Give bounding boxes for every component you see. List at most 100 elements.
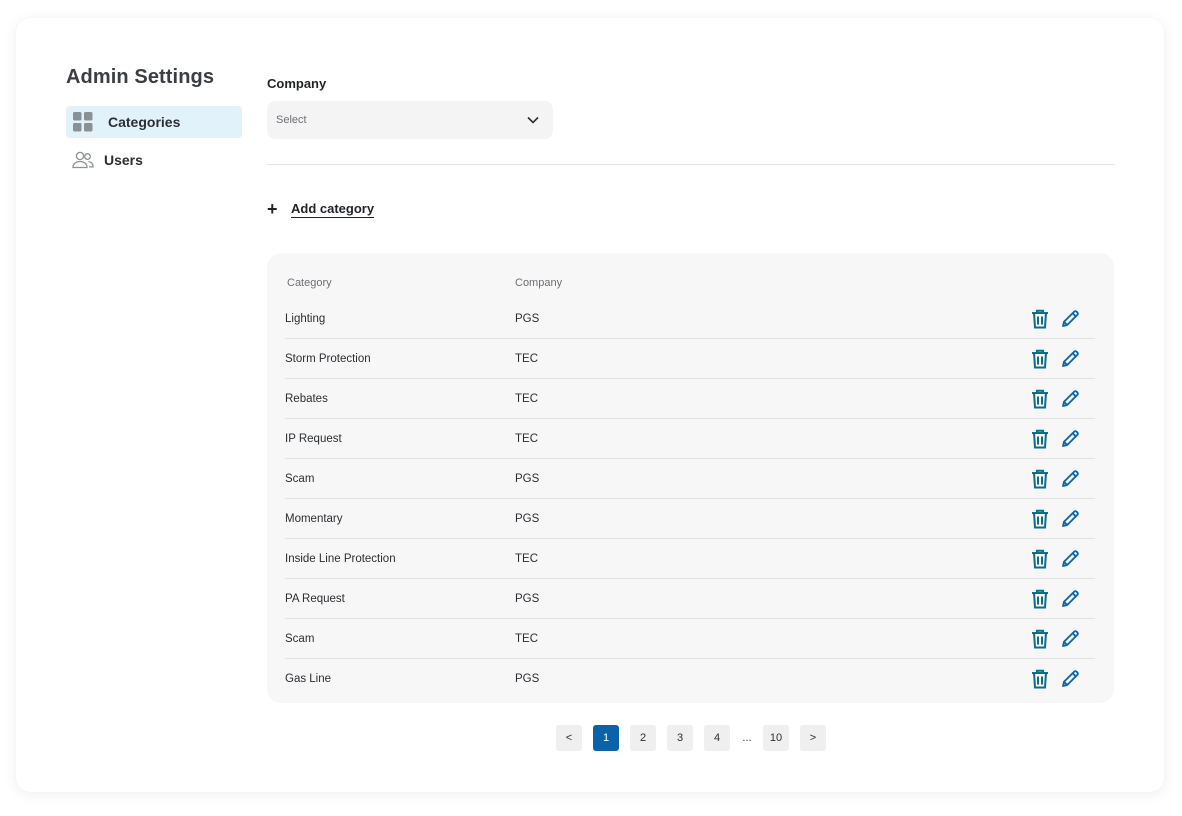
- sidebar-item-users[interactable]: Users: [66, 144, 242, 176]
- table-row: IP Request TEC: [285, 419, 1095, 459]
- page-button[interactable]: 1: [593, 725, 619, 751]
- categories-table: Category Company Lighting PGS Storm Prot…: [267, 253, 1114, 703]
- edit-button[interactable]: [1059, 628, 1081, 650]
- delete-button[interactable]: [1029, 388, 1051, 410]
- page-button[interactable]: 3: [667, 725, 693, 751]
- main-content: Company Select + Add category Category C…: [267, 76, 1115, 703]
- table-row: Scam TEC: [285, 619, 1095, 659]
- trash-icon: [1032, 309, 1048, 328]
- table-row: PA Request PGS: [285, 579, 1095, 619]
- page-button[interactable]: 2: [630, 725, 656, 751]
- row-actions: [1029, 548, 1095, 570]
- company-cell: TEC: [515, 352, 538, 365]
- delete-button[interactable]: [1029, 308, 1051, 330]
- pencil-icon: [1062, 469, 1079, 487]
- edit-button[interactable]: [1059, 588, 1081, 610]
- row-actions: [1029, 508, 1095, 530]
- pencil-icon: [1062, 589, 1079, 607]
- page-button[interactable]: 10: [763, 725, 789, 751]
- chevron-down-icon: [527, 111, 539, 129]
- category-cell: Scam: [285, 472, 315, 485]
- divider: [267, 164, 1115, 165]
- pencil-icon: [1062, 549, 1079, 567]
- company-cell: TEC: [515, 432, 538, 445]
- row-actions: [1029, 628, 1095, 650]
- company-filter-label: Company: [267, 76, 327, 91]
- category-cell: Storm Protection: [285, 352, 371, 365]
- pencil-icon: [1062, 309, 1079, 327]
- delete-button[interactable]: [1029, 348, 1051, 370]
- category-cell: Gas Line: [285, 673, 332, 685]
- category-cell: Lighting: [285, 312, 326, 325]
- edit-button[interactable]: [1059, 388, 1081, 410]
- edit-button[interactable]: [1059, 348, 1081, 370]
- category-cell: Inside Line Protection: [285, 552, 396, 565]
- edit-button[interactable]: [1059, 468, 1081, 490]
- grid-icon: [72, 111, 94, 133]
- table-row: Gas Line PGS: [285, 659, 1095, 699]
- column-header-company: Company: [515, 277, 563, 289]
- trash-icon: [1032, 429, 1048, 448]
- table-row: Rebates TEC: [285, 379, 1095, 419]
- trash-icon: [1032, 509, 1048, 528]
- delete-button[interactable]: [1029, 628, 1051, 650]
- edit-button[interactable]: [1059, 668, 1081, 690]
- company-cell: PGS: [515, 312, 540, 325]
- row-actions: [1029, 468, 1095, 490]
- trash-icon: [1032, 549, 1048, 568]
- edit-button[interactable]: [1059, 508, 1081, 530]
- table-row: Scam PGS: [285, 459, 1095, 499]
- company-select[interactable]: Select: [267, 101, 553, 139]
- sidebar-item-label: Users: [104, 152, 143, 168]
- add-category-button[interactable]: + Add category: [267, 200, 387, 218]
- trash-icon: [1032, 469, 1048, 488]
- pencil-icon: [1062, 429, 1079, 447]
- sidebar: Admin Settings Categories Users: [66, 66, 242, 176]
- row-actions: [1029, 428, 1095, 450]
- next-page-button[interactable]: >: [800, 725, 826, 751]
- pencil-icon: [1062, 509, 1079, 527]
- company-cell: PGS: [515, 472, 540, 485]
- table-row: Momentary PGS: [285, 499, 1095, 539]
- delete-button[interactable]: [1029, 508, 1051, 530]
- edit-button[interactable]: [1059, 428, 1081, 450]
- prev-page-button[interactable]: <: [556, 725, 582, 751]
- pagination-ellipsis: ...: [742, 732, 752, 744]
- row-actions: [1029, 668, 1095, 690]
- edit-button[interactable]: [1059, 308, 1081, 330]
- sidebar-item-label: Categories: [108, 114, 181, 130]
- select-placeholder: Select: [276, 114, 307, 126]
- row-actions: [1029, 388, 1095, 410]
- company-cell: PGS: [515, 512, 540, 525]
- table-body: Lighting PGS Storm Protection TEC Rebate…: [285, 299, 1096, 699]
- company-cell: PGS: [515, 673, 540, 685]
- row-actions: [1029, 348, 1095, 370]
- column-header-category: Category: [287, 277, 332, 289]
- pencil-icon: [1062, 349, 1079, 367]
- category-cell: Momentary: [285, 512, 343, 525]
- table-row: Lighting PGS: [285, 299, 1095, 339]
- page-button[interactable]: 4: [704, 725, 730, 751]
- trash-icon: [1032, 629, 1048, 648]
- sidebar-item-categories[interactable]: Categories: [66, 106, 242, 138]
- pencil-icon: [1062, 629, 1079, 647]
- trash-icon: [1032, 349, 1048, 368]
- table-row: Storm Protection TEC: [285, 339, 1095, 379]
- delete-button[interactable]: [1029, 668, 1051, 690]
- company-cell: PGS: [515, 592, 540, 605]
- table-header: Category Company: [285, 277, 1096, 293]
- delete-button[interactable]: [1029, 548, 1051, 570]
- pencil-icon: [1062, 389, 1079, 407]
- category-cell: IP Request: [285, 432, 342, 445]
- sidebar-title: Admin Settings: [66, 66, 215, 88]
- delete-button[interactable]: [1029, 428, 1051, 450]
- delete-button[interactable]: [1029, 468, 1051, 490]
- edit-button[interactable]: [1059, 548, 1081, 570]
- plus-icon: +: [267, 199, 278, 219]
- pagination: <1 2 3 4... 10 >: [556, 725, 837, 751]
- delete-button[interactable]: [1029, 588, 1051, 610]
- trash-icon: [1032, 389, 1048, 408]
- add-category-label: Add category: [291, 200, 375, 218]
- users-icon: [72, 149, 94, 171]
- pencil-icon: [1062, 670, 1079, 687]
